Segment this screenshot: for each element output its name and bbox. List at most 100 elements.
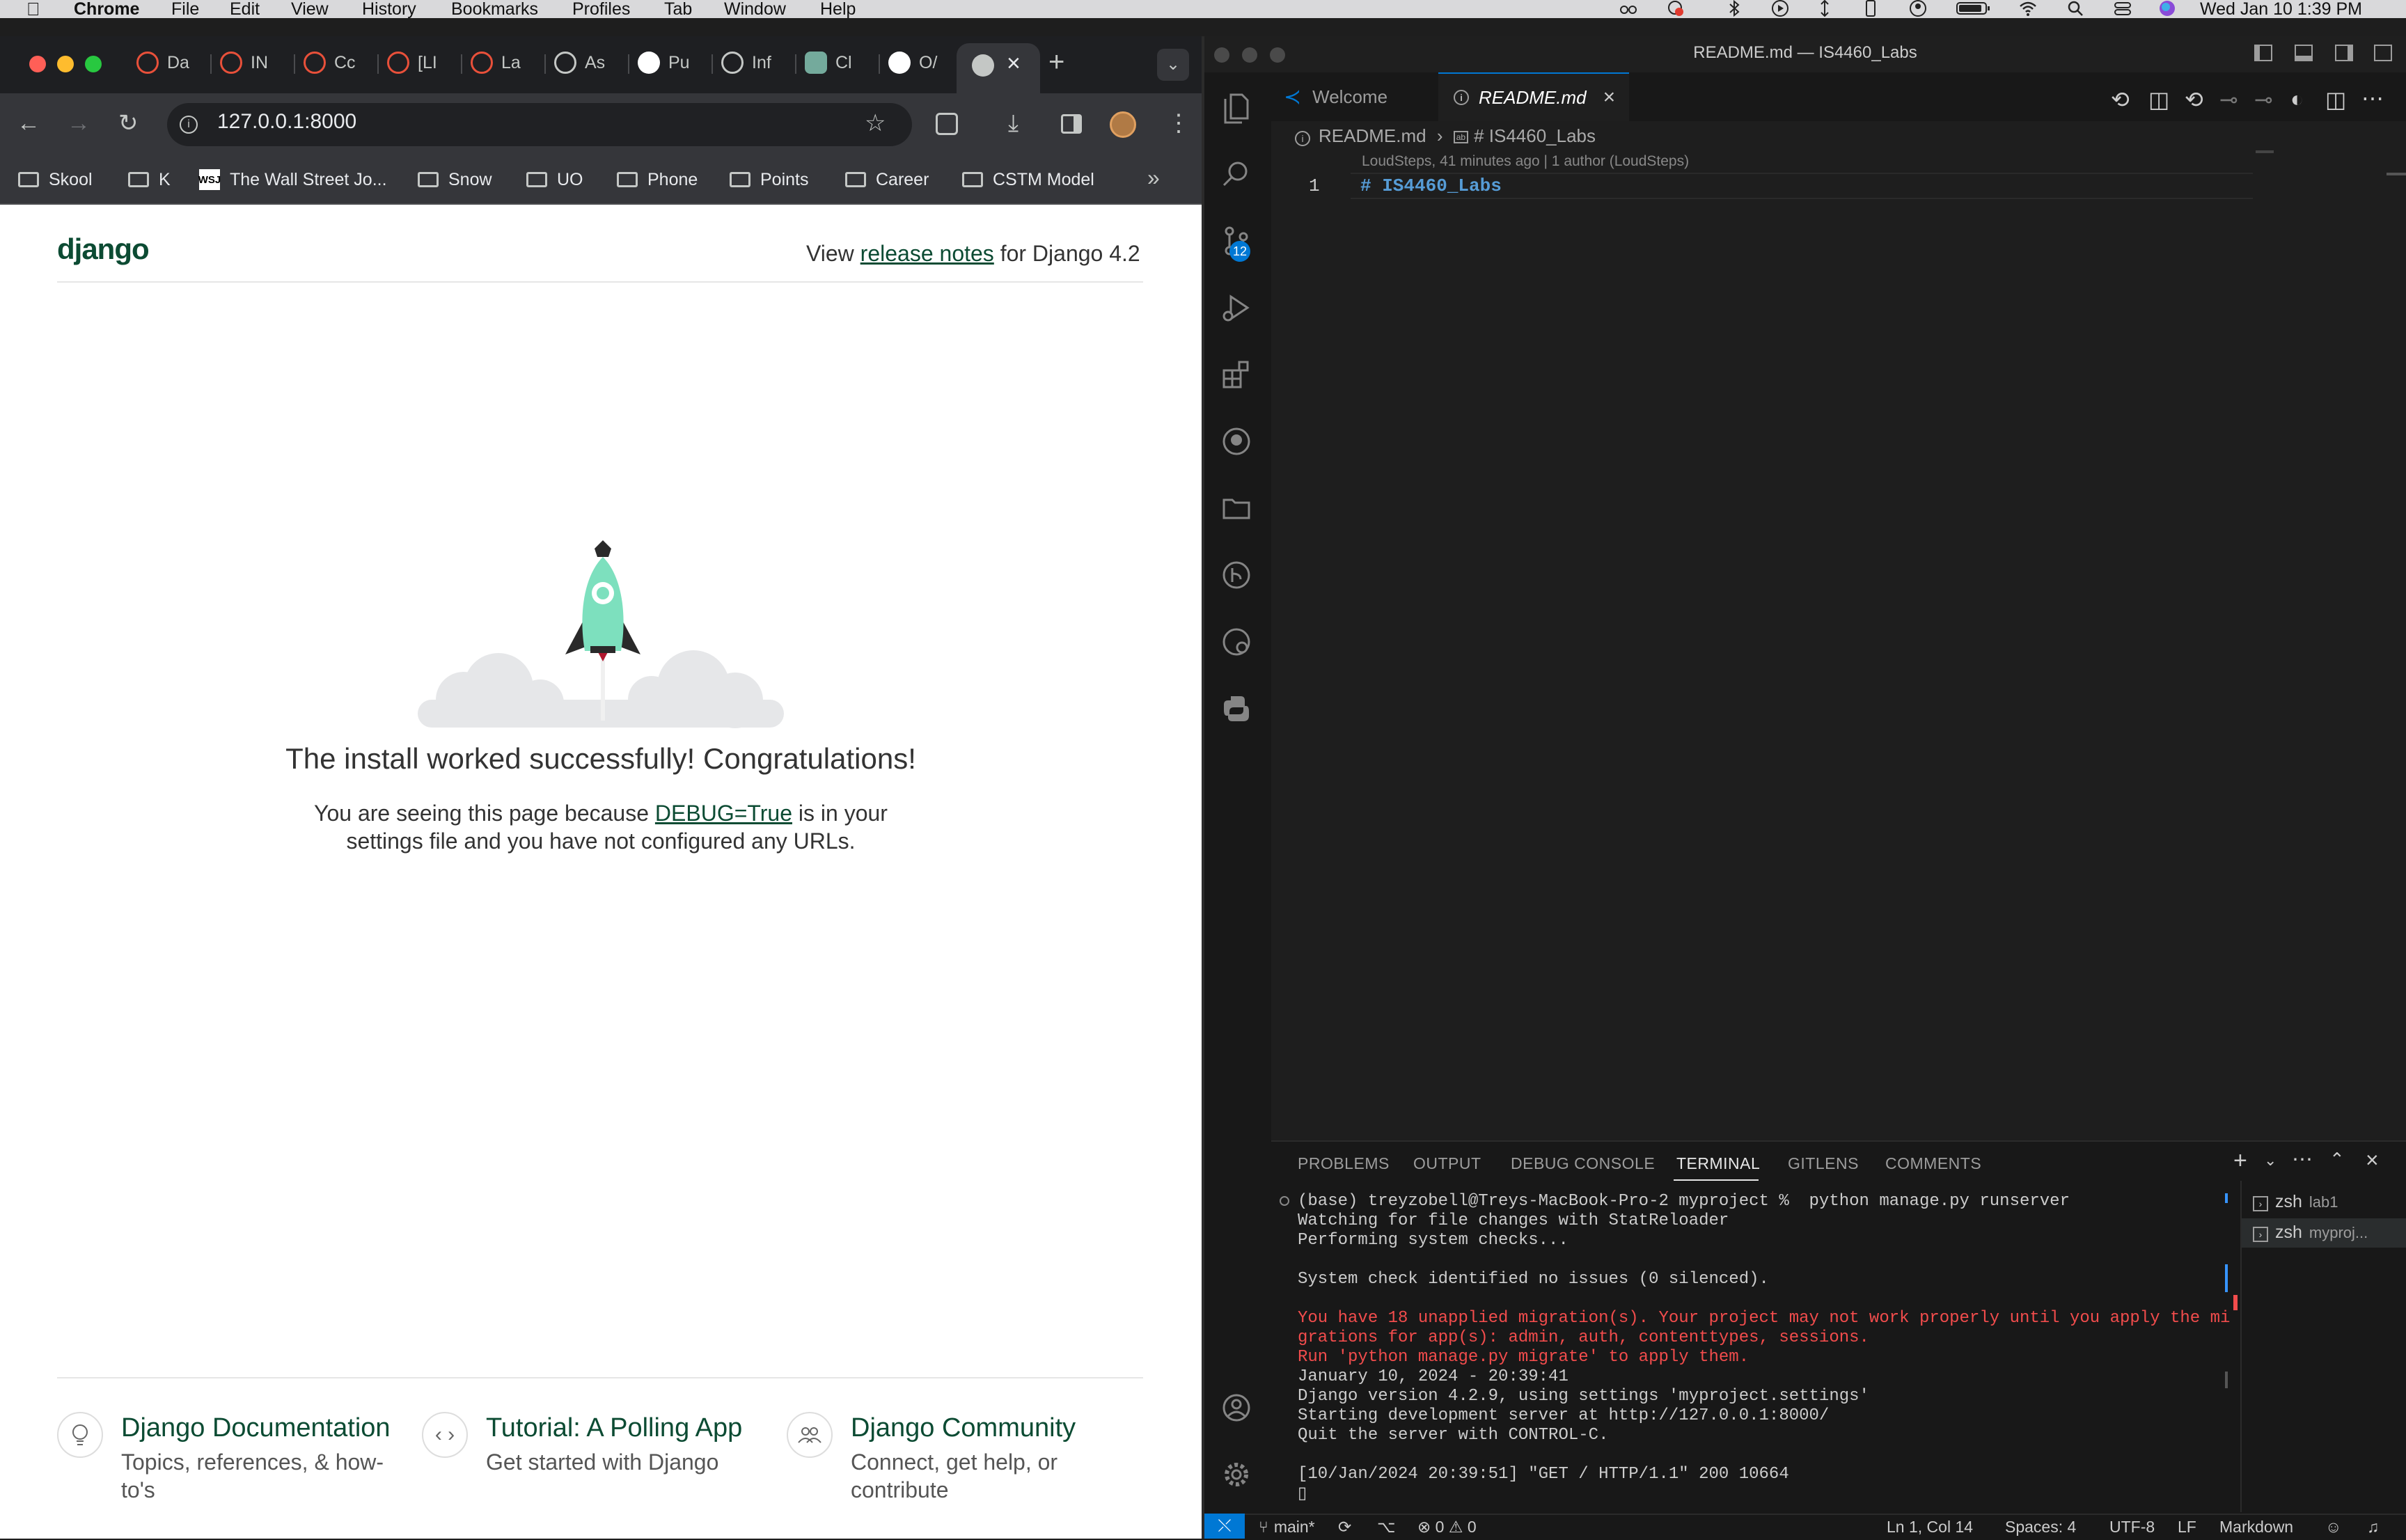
minimize-window-button[interactable] bbox=[57, 56, 74, 72]
indentation-indicator[interactable]: Spaces: 4 bbox=[2005, 1518, 2076, 1537]
menu-tab[interactable]: Tab bbox=[664, 0, 692, 18]
django-logo[interactable]: django bbox=[57, 233, 150, 266]
bookmark-folder-k[interactable]: K bbox=[128, 164, 171, 195]
accounts-icon[interactable] bbox=[1214, 1385, 1259, 1430]
menu-edit[interactable]: Edit bbox=[230, 0, 260, 18]
split-editor-icon[interactable]: ◫ bbox=[2325, 86, 2346, 113]
apple-menu-icon[interactable]:  bbox=[26, 0, 40, 18]
remote-indicator-icon[interactable]: ⤬ bbox=[1204, 1514, 1245, 1539]
chrome-menu-kebab-icon[interactable]: ⋮ bbox=[1167, 111, 1190, 135]
chrome-tab-6[interactable]: As bbox=[554, 47, 631, 79]
search-icon[interactable] bbox=[1214, 152, 1259, 196]
address-bar-text[interactable]: 127.0.0.1:8000 bbox=[217, 110, 356, 134]
toggle-secondary-sidebar-icon[interactable] bbox=[2335, 45, 2353, 61]
gitlens-blame-annotation[interactable]: LoudSteps, 41 minutes ago | 1 author (Lo… bbox=[1362, 153, 1689, 170]
problems-indicator[interactable]: ⊗ 0 ⚠ 0 bbox=[1417, 1518, 1477, 1537]
close-tab-icon[interactable]: × bbox=[1603, 86, 1616, 109]
tab-readme[interactable]: i README.md × bbox=[1438, 72, 1629, 121]
bookmark-folder-cstm-model[interactable]: CSTM Model bbox=[962, 164, 1094, 195]
forward-arrow-icon[interactable]: → bbox=[67, 111, 91, 135]
breadcrumb-file[interactable]: README.md bbox=[1319, 125, 1426, 146]
chrome-tab-4[interactable]: [LI bbox=[387, 47, 464, 79]
reload-icon[interactable]: ↻ bbox=[118, 111, 139, 135]
terminal-cursor[interactable]: ▯ bbox=[1298, 1483, 1307, 1504]
chrome-tab-3[interactable]: Cc bbox=[304, 47, 380, 79]
arrows-icon[interactable] bbox=[1816, 0, 1834, 17]
timeline-icon[interactable]: ⟲ bbox=[2111, 86, 2130, 113]
terminal-dropdown-chevron-icon[interactable]: ⌄ bbox=[2264, 1152, 2277, 1170]
editor-scrollbar[interactable] bbox=[2387, 173, 2406, 175]
phone-icon[interactable] bbox=[1862, 0, 1880, 17]
django-documentation-card[interactable]: Django Documentation Topics, references,… bbox=[57, 1412, 405, 1509]
chrome-tab-10[interactable]: O/ bbox=[888, 47, 965, 79]
explorer-icon[interactable] bbox=[1214, 85, 1259, 129]
menu-view[interactable]: View bbox=[291, 0, 329, 18]
toggle-primary-sidebar-icon[interactable] bbox=[2254, 45, 2272, 61]
gitlens-status-icon[interactable]: ⌥ bbox=[1377, 1518, 1396, 1537]
chrome-tab-9[interactable]: Cl bbox=[805, 47, 881, 79]
panel-more-icon[interactable]: ⋯ bbox=[2292, 1147, 2313, 1172]
github-icon[interactable] bbox=[1214, 419, 1259, 464]
gitlens-inspect-icon[interactable] bbox=[1214, 620, 1259, 664]
chrome-tab-5[interactable]: La bbox=[471, 47, 547, 79]
glasses-icon[interactable] bbox=[1619, 0, 1637, 17]
close-window-button[interactable] bbox=[29, 56, 46, 72]
bookmark-folder-uo[interactable]: UO bbox=[526, 164, 583, 195]
tab-problems[interactable]: PROBLEMS bbox=[1298, 1154, 1390, 1173]
tab-gitlens[interactable]: GITLENS bbox=[1788, 1154, 1859, 1173]
menu-profiles[interactable]: Profiles bbox=[572, 0, 630, 18]
chrome-tab-1[interactable]: Da bbox=[136, 47, 213, 79]
menu-file[interactable]: File bbox=[171, 0, 199, 18]
new-tab-plus-icon[interactable]: + bbox=[1048, 48, 1064, 76]
side-panel-icon[interactable] bbox=[1061, 114, 1082, 134]
django-community-card[interactable]: Django Community Connect, get help, or c… bbox=[787, 1412, 1135, 1509]
menu-window[interactable]: Window bbox=[724, 0, 786, 18]
next-change-icon[interactable]: ⊸ bbox=[2254, 86, 2273, 113]
menu-bookmarks[interactable]: Bookmarks bbox=[451, 0, 538, 18]
tutorial-polling-app-card[interactable]: ‹ › Tutorial: A Polling App Get started … bbox=[422, 1412, 770, 1509]
chrome-tab-2[interactable]: IN bbox=[220, 47, 297, 79]
tab-debug-console[interactable]: DEBUG CONSOLE bbox=[1511, 1154, 1655, 1173]
more-actions-icon[interactable]: ⋯ bbox=[2361, 85, 2384, 111]
back-arrow-icon[interactable]: ← bbox=[17, 111, 40, 135]
chrome-tab-8[interactable]: Inf bbox=[721, 47, 798, 79]
terminal-scrollbar[interactable] bbox=[2225, 1372, 2228, 1388]
play-icon[interactable] bbox=[1771, 0, 1789, 17]
battery-icon[interactable] bbox=[1956, 0, 1991, 17]
encoding-indicator[interactable]: UTF-8 bbox=[2109, 1518, 2155, 1537]
sync-icon[interactable]: ⟳ bbox=[1338, 1518, 1351, 1537]
branch-indicator[interactable]: ⑂ main* bbox=[1259, 1518, 1315, 1537]
code-line-heading[interactable]: # IS4460_Labs bbox=[1360, 175, 1502, 196]
bookmark-folder-career[interactable]: Career bbox=[845, 164, 929, 195]
language-mode[interactable]: Markdown bbox=[2219, 1518, 2293, 1537]
user-icon[interactable] bbox=[1909, 0, 1927, 17]
clock[interactable]: Wed Jan 10 1:39 PM bbox=[2200, 0, 2362, 18]
previous-change-icon[interactable]: ⊸ bbox=[2219, 86, 2238, 113]
gitlens-toggle-icon[interactable]: ◐ bbox=[2290, 86, 2304, 112]
search-icon[interactable] bbox=[2066, 0, 2084, 17]
command-decoration-icon[interactable] bbox=[1280, 1196, 1289, 1206]
bluetooth-icon[interactable] bbox=[1725, 0, 1743, 17]
run-and-debug-icon[interactable] bbox=[1214, 285, 1259, 330]
new-terminal-plus-icon[interactable]: + bbox=[2233, 1147, 2247, 1174]
notifications-bell-icon[interactable]: ♫ bbox=[2367, 1518, 2379, 1537]
control-center-icon[interactable] bbox=[2114, 0, 2132, 17]
toggle-panel-icon[interactable] bbox=[2295, 45, 2313, 61]
release-notes-link[interactable]: release notes bbox=[860, 241, 994, 266]
wifi-icon[interactable] bbox=[2019, 0, 2037, 17]
more-bookmarks-chevron-icon[interactable]: » bbox=[1147, 166, 1160, 189]
record-icon[interactable] bbox=[1667, 0, 1685, 17]
extensions-icon[interactable] bbox=[1214, 352, 1259, 397]
compare-changes-icon[interactable]: ⟲ bbox=[2185, 86, 2203, 113]
extensions-puzzle-icon[interactable] bbox=[936, 113, 958, 135]
tab-welcome[interactable]: ≺ Welcome bbox=[1274, 72, 1436, 121]
bookmark-wsj[interactable]: WSJ The Wall Street Jo... bbox=[198, 164, 387, 195]
siri-icon[interactable] bbox=[2158, 0, 2176, 17]
bookmark-folder-points[interactable]: Points bbox=[730, 164, 808, 195]
settings-gear-icon[interactable] bbox=[1214, 1452, 1259, 1497]
menu-history[interactable]: History bbox=[362, 0, 416, 18]
bookmark-folder-phone[interactable]: Phone bbox=[617, 164, 698, 195]
open-preview-icon[interactable]: ◫ bbox=[2148, 86, 2169, 113]
breadcrumb-symbol[interactable]: # IS4460_Labs bbox=[1474, 125, 1596, 146]
terminal-item-myproject[interactable]: › zsh myproj... bbox=[2253, 1223, 2368, 1243]
